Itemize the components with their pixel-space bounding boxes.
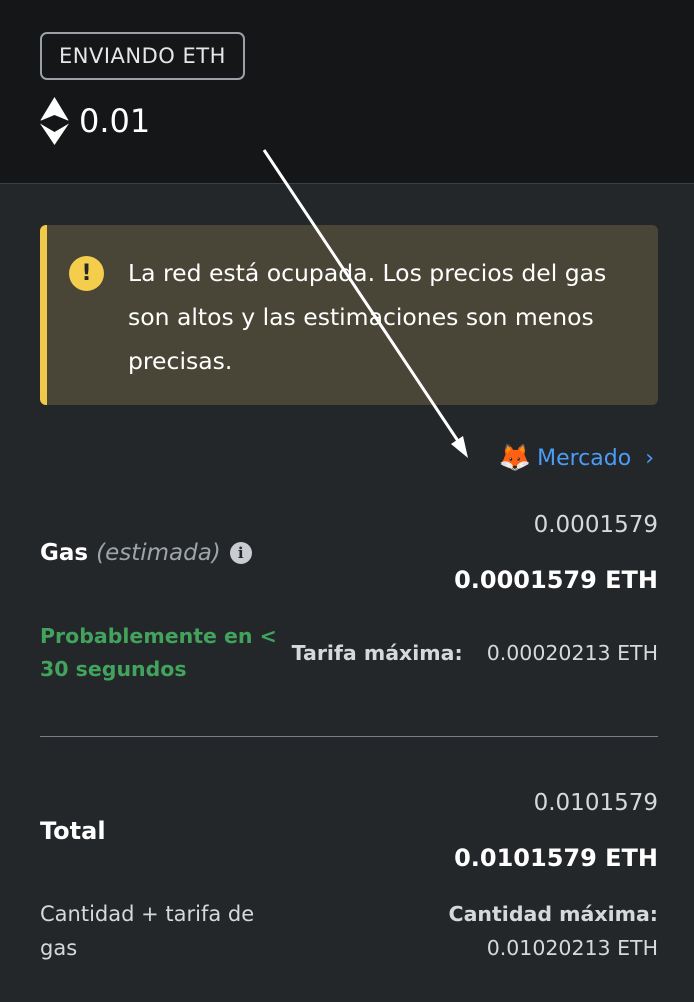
max-amount-label: Cantidad máxima: bbox=[448, 902, 658, 926]
max-fee-value: 0.00020213 ETH bbox=[486, 641, 658, 665]
metamask-fox-icon: 🦊 bbox=[498, 443, 532, 473]
info-icon[interactable]: i bbox=[229, 542, 252, 564]
send-amount: 0.01 bbox=[79, 102, 151, 140]
warning-icon: ! bbox=[69, 256, 104, 291]
gas-time-estimate: Probablemente en < 30 segundos bbox=[40, 624, 277, 681]
max-amount-value: 0.01020213 ETH bbox=[486, 936, 658, 960]
max-amount-row: Cantidad máxima: 0.01020213 ETH bbox=[449, 897, 658, 965]
total-label: Total bbox=[40, 817, 106, 845]
gas-fee-value: 0.0001579 bbox=[533, 512, 658, 538]
ethereum-icon bbox=[40, 97, 69, 145]
gas-label: Gas bbox=[40, 540, 89, 566]
total-description: Cantidad + tarifa de gas bbox=[40, 902, 255, 960]
transaction-header: ENVIANDO ETH 0.01 bbox=[0, 0, 694, 184]
gas-estimated-tag: (estimada) bbox=[96, 540, 221, 566]
chevron-right-icon: › bbox=[645, 445, 654, 471]
total-value: 0.0101579 bbox=[533, 790, 658, 816]
network-busy-alert: ! La red está ocupada. Los precios del g… bbox=[40, 225, 658, 405]
sending-badge: ENVIANDO ETH bbox=[40, 32, 245, 80]
section-divider bbox=[40, 736, 658, 737]
market-gas-option-link[interactable]: 🦊 Mercado › bbox=[499, 445, 654, 471]
alert-message: La red está ocupada. Los precios del gas… bbox=[128, 259, 607, 375]
max-fee-label: Tarifa máxima: bbox=[291, 641, 463, 665]
total-eth: 0.0101579 ETH bbox=[454, 844, 658, 872]
max-fee-row: Tarifa máxima: 0.00020213 ETH bbox=[292, 641, 658, 665]
amount-row: 0.01 bbox=[40, 97, 150, 145]
gas-fee-eth: 0.0001579 ETH bbox=[454, 566, 658, 594]
market-label: Mercado bbox=[537, 445, 632, 471]
gas-estimate-label: Gas (estimada) i bbox=[40, 540, 252, 566]
